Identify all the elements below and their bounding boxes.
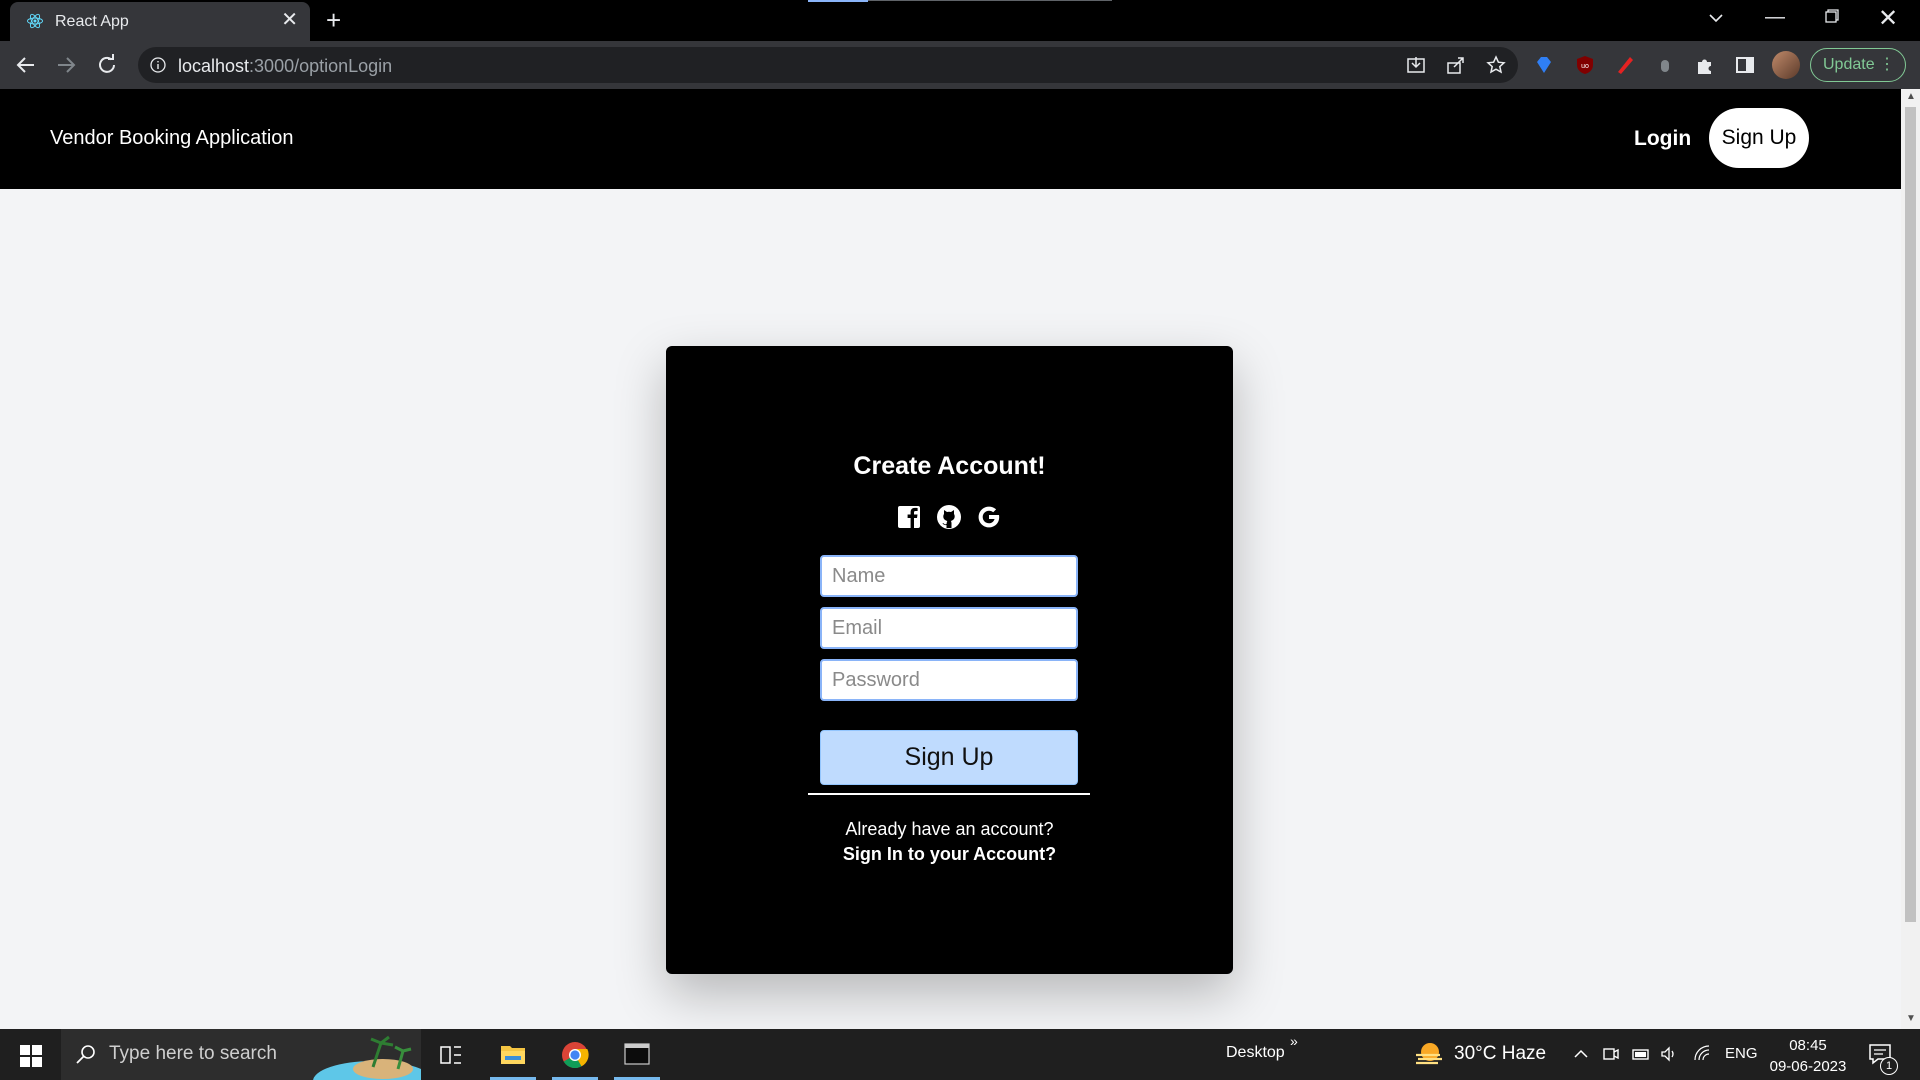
meet-now-icon[interactable] <box>1602 1045 1620 1063</box>
terminal-taskbar-button[interactable] <box>612 1029 662 1080</box>
weather-haze-icon[interactable] <box>1414 1041 1444 1067</box>
terminal-icon <box>624 1043 650 1065</box>
social-login-row <box>895 503 1005 533</box>
signup-submit-button[interactable]: Sign Up <box>820 730 1078 785</box>
back-icon[interactable] <box>14 53 38 77</box>
task-view-button[interactable] <box>426 1029 476 1080</box>
clock-date: 09-06-2023 <box>1769 1058 1847 1075</box>
forward-icon[interactable] <box>54 53 78 77</box>
desktop-toolbar-label[interactable]: Desktop <box>1226 1044 1285 1062</box>
url-text[interactable]: localhost:3000/optionLogin <box>178 56 392 77</box>
task-view-icon <box>440 1046 461 1064</box>
nav-login-link[interactable]: Login <box>1634 127 1691 151</box>
extension-gray-icon[interactable] <box>1654 54 1676 76</box>
github-icon[interactable] <box>935 503 963 531</box>
search-placeholder: Type here to search <box>109 1043 277 1064</box>
page-scrollbar[interactable]: ▲ ▼ <box>1901 89 1920 1029</box>
card-divider <box>808 793 1090 795</box>
clock-time: 08:45 <box>1789 1037 1827 1054</box>
info-icon[interactable] <box>150 57 166 73</box>
notification-count-badge: 1 <box>1880 1057 1898 1075</box>
restore-icon[interactable] <box>1825 9 1839 23</box>
signin-link[interactable]: Sign In to your Account? <box>666 844 1233 865</box>
search-icon <box>76 1045 95 1064</box>
menu-dots-icon[interactable]: ⋮ <box>1879 49 1895 81</box>
page-viewport: Vendor Booking Application Login Sign Up… <box>0 89 1901 1029</box>
card-title: Create Account! <box>853 452 1046 480</box>
search-highlight-illustration-icon <box>313 1035 421 1080</box>
url-host: localhost <box>178 56 250 76</box>
bookmark-star-icon[interactable] <box>1486 55 1506 75</box>
svg-text:uo: uo <box>1581 63 1589 70</box>
file-explorer-button[interactable] <box>488 1029 538 1080</box>
gem-extension-icon[interactable] <box>1533 54 1555 76</box>
tab-strip: React App ✕ + — ✕ <box>0 0 1920 41</box>
reload-icon[interactable] <box>95 53 119 77</box>
scroll-down-icon[interactable]: ▼ <box>1906 1013 1916 1024</box>
browser-toolbar: localhost:3000/optionLogin uo Update ⋮ <box>0 41 1920 89</box>
share-icon[interactable] <box>1446 55 1466 75</box>
pdf-extension-icon[interactable] <box>1614 54 1636 76</box>
url-path: :3000/optionLogin <box>249 56 393 76</box>
taskbar-search[interactable]: Type here to search <box>61 1029 421 1080</box>
name-input[interactable] <box>820 555 1078 597</box>
tab-strip-line <box>868 0 1112 1</box>
signup-card: Create Account! Sign Up Already have an … <box>666 346 1233 974</box>
ublock-icon[interactable]: uo <box>1574 54 1596 76</box>
folder-icon <box>501 1046 525 1064</box>
language-indicator[interactable]: ENG <box>1725 1045 1758 1062</box>
wifi-icon[interactable] <box>1693 1045 1711 1063</box>
facebook-icon[interactable] <box>895 503 923 531</box>
password-input[interactable] <box>820 659 1078 701</box>
taskbar: Type here to search Desktop » 30°C Haze … <box>0 1029 1920 1080</box>
install-icon[interactable] <box>1406 55 1426 75</box>
new-tab-button[interactable]: + <box>326 7 341 33</box>
side-panel-icon[interactable] <box>1734 54 1756 76</box>
tab-title: React App <box>55 13 129 30</box>
battery-icon[interactable] <box>1632 1045 1650 1063</box>
brand-title[interactable]: Vendor Booking Application <box>50 127 294 150</box>
double-chevron-icon[interactable]: » <box>1290 1033 1298 1049</box>
minimize-icon[interactable]: — <box>1765 6 1785 29</box>
tab-loading-accent <box>808 0 868 2</box>
already-account-text: Already have an account? <box>845 819 1054 839</box>
chevron-down-icon[interactable] <box>1708 10 1724 26</box>
profile-avatar[interactable] <box>1772 51 1800 79</box>
react-icon <box>27 13 43 29</box>
nav-signup-button[interactable]: Sign Up <box>1709 108 1809 168</box>
address-bar[interactable]: localhost:3000/optionLogin <box>138 47 1518 83</box>
system-clock[interactable]: 08:45 09-06-2023 <box>1768 1035 1848 1077</box>
puzzle-extensions-icon[interactable] <box>1694 54 1716 76</box>
close-window-icon[interactable]: ✕ <box>1878 4 1898 33</box>
chevron-up-icon[interactable] <box>1572 1045 1590 1063</box>
chrome-taskbar-button[interactable] <box>550 1029 600 1080</box>
app-navbar: Vendor Booking Application Login Sign Up <box>0 89 1901 189</box>
scroll-up-icon[interactable]: ▲ <box>1906 91 1916 102</box>
volume-icon[interactable] <box>1660 1045 1678 1063</box>
weather-text[interactable]: 30°C Haze <box>1454 1043 1546 1065</box>
update-label: Update <box>1823 56 1875 73</box>
windows-start-icon[interactable] <box>20 1045 42 1067</box>
close-tab-icon[interactable]: ✕ <box>281 10 298 30</box>
email-input[interactable] <box>820 607 1078 649</box>
scroll-thumb[interactable] <box>1905 107 1916 922</box>
chrome-icon <box>562 1042 589 1069</box>
browser-tab[interactable]: React App ✕ <box>10 2 310 41</box>
update-button[interactable]: Update ⋮ <box>1810 48 1906 82</box>
google-icon[interactable] <box>975 503 1003 531</box>
